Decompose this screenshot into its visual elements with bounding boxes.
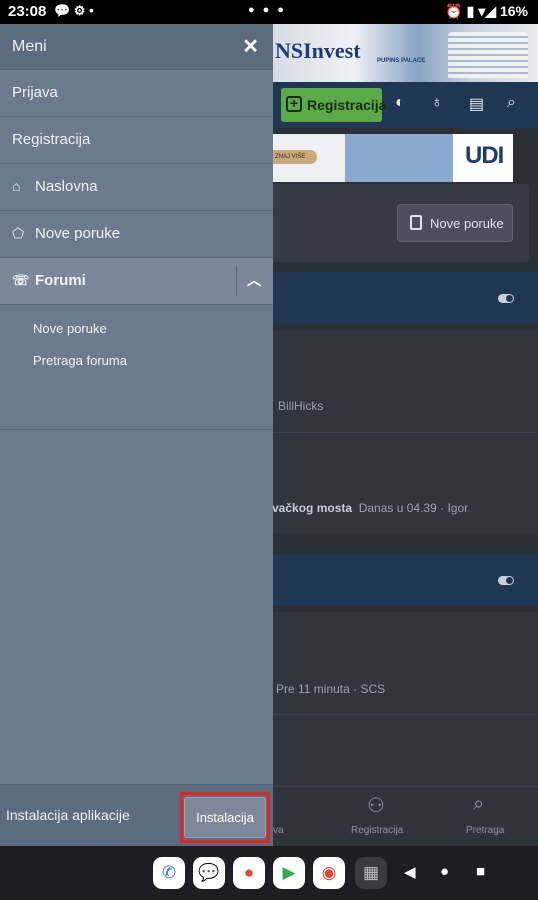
forums-submenu: Nove poruke Pretraga foruma: [0, 305, 273, 430]
divider: [236, 266, 237, 296]
submenu-item-new-posts[interactable]: Nove poruke: [33, 321, 107, 336]
divider: [273, 432, 538, 433]
menu-item-forums[interactable]: ☏ Forumi ︿: [0, 258, 273, 305]
thread-meta[interactable]: vačkog mosta Danas u 04.39 · Igor: [272, 501, 468, 515]
clock: 23:08: [8, 3, 47, 20]
theme-toggle-icon[interactable]: ◐: [395, 94, 405, 112]
system-icons: ⏰ ▮ ▾◢ 16%: [445, 3, 528, 19]
app-drawer-icon[interactable]: ▦: [355, 857, 387, 889]
phone-app-icon[interactable]: ✆: [153, 857, 185, 889]
install-app-bar: Instalacija aplikacije Instalacija: [0, 784, 273, 846]
assistant-app-icon[interactable]: ●: [233, 857, 265, 889]
top-nav: + Registracija ◐ ♁ ▤ ⌕: [273, 82, 538, 128]
document-icon: [410, 215, 422, 230]
install-label: Instalacija aplikacije: [6, 807, 130, 823]
home-icon: ⌂: [12, 178, 21, 194]
divider: [273, 714, 538, 715]
bottom-nav-register[interactable]: Registracija: [351, 825, 403, 836]
chat-bubbles-icon: ☏: [12, 272, 30, 288]
menu-item-login[interactable]: Prijava: [0, 70, 273, 117]
tag-icon: ⬠: [12, 225, 25, 241]
mid-banner-ad[interactable]: ZNAJ VIŠE UDI: [273, 134, 513, 182]
thread-time[interactable]: Pre 11 minuta · SCS: [276, 682, 385, 696]
android-dock: ✆ 💬 ● ▶ ◉ ▦ ◀ ● ■: [0, 846, 538, 900]
last-poster[interactable]: BillHicks: [278, 399, 323, 413]
notification-icons: 💬 ⚙ •: [54, 3, 94, 18]
search-icon[interactable]: ⌕: [507, 94, 516, 112]
collapse-toggle-icon[interactable]: [498, 294, 514, 303]
register-button[interactable]: + Registracija: [281, 88, 386, 122]
chevron-up-icon[interactable]: ︿: [247, 270, 261, 290]
ad-cta: ZNAJ VIŠE: [273, 150, 317, 164]
bottom-nav-search[interactable]: Pretraga: [466, 825, 504, 836]
battery-level: 16%: [499, 3, 528, 19]
bottom-nav: va ⚇ Registracija ⌕ Pretraga: [273, 786, 538, 846]
add-user-icon[interactable]: ⚇: [367, 793, 385, 818]
search-icon[interactable]: ⌕: [473, 793, 484, 816]
lightbulb-icon[interactable]: ♁: [431, 94, 443, 112]
building-image: [448, 32, 528, 78]
chrome-icon[interactable]: ◉: [313, 857, 345, 889]
play-store-icon[interactable]: ▶: [273, 857, 305, 889]
plus-icon: +: [286, 96, 302, 112]
actions-card: Nove poruke: [273, 184, 529, 262]
menu-item-register[interactable]: Registracija: [0, 117, 273, 164]
home-button-icon[interactable]: ●: [440, 863, 449, 880]
forum-category-header[interactable]: [273, 272, 538, 324]
camera-dots: ●●●: [248, 4, 292, 16]
document-icon[interactable]: ▤: [469, 94, 484, 114]
nav-drawer: Meni ✕ Prijava Registracija ⌂ Naslovna ⬠ N…: [0, 24, 273, 846]
thread-title[interactable]: vačkog mosta: [272, 501, 352, 515]
ad-subbrand: PUPINS PALACE: [377, 58, 426, 64]
install-button[interactable]: Instalacija: [184, 797, 266, 838]
submenu-item-search-forums[interactable]: Pretraga foruma: [33, 353, 127, 368]
ad-brand: NSInvest: [275, 38, 361, 63]
back-icon[interactable]: ◀: [404, 863, 416, 881]
forum-category-header[interactable]: [273, 554, 538, 606]
new-posts-button[interactable]: Nove poruke: [397, 204, 513, 242]
recents-icon[interactable]: ■: [476, 863, 485, 880]
forum-list: [273, 612, 538, 786]
close-icon[interactable]: ✕: [242, 34, 259, 59]
menu-item-new-posts[interactable]: ⬠ Nove poruke: [0, 211, 273, 258]
menu-item-home[interactable]: ⌂ Naslovna: [0, 164, 273, 211]
drawer-title: Meni: [12, 38, 47, 55]
thread-time: Danas u 04.39 · Igor: [358, 501, 469, 515]
status-bar: 23:08 💬 ⚙ • ●●● ⏰ ▮ ▾◢ 16%: [0, 0, 538, 24]
drawer-header: Meni ✕: [0, 24, 273, 70]
top-banner-ad[interactable]: NSInvest PUPINS PALACE: [273, 24, 538, 82]
ad-brand-udi: UDI: [465, 142, 504, 169]
bottom-nav-partial[interactable]: va: [273, 825, 284, 836]
messages-app-icon[interactable]: 💬: [193, 857, 225, 889]
collapse-toggle-icon[interactable]: [498, 576, 514, 585]
